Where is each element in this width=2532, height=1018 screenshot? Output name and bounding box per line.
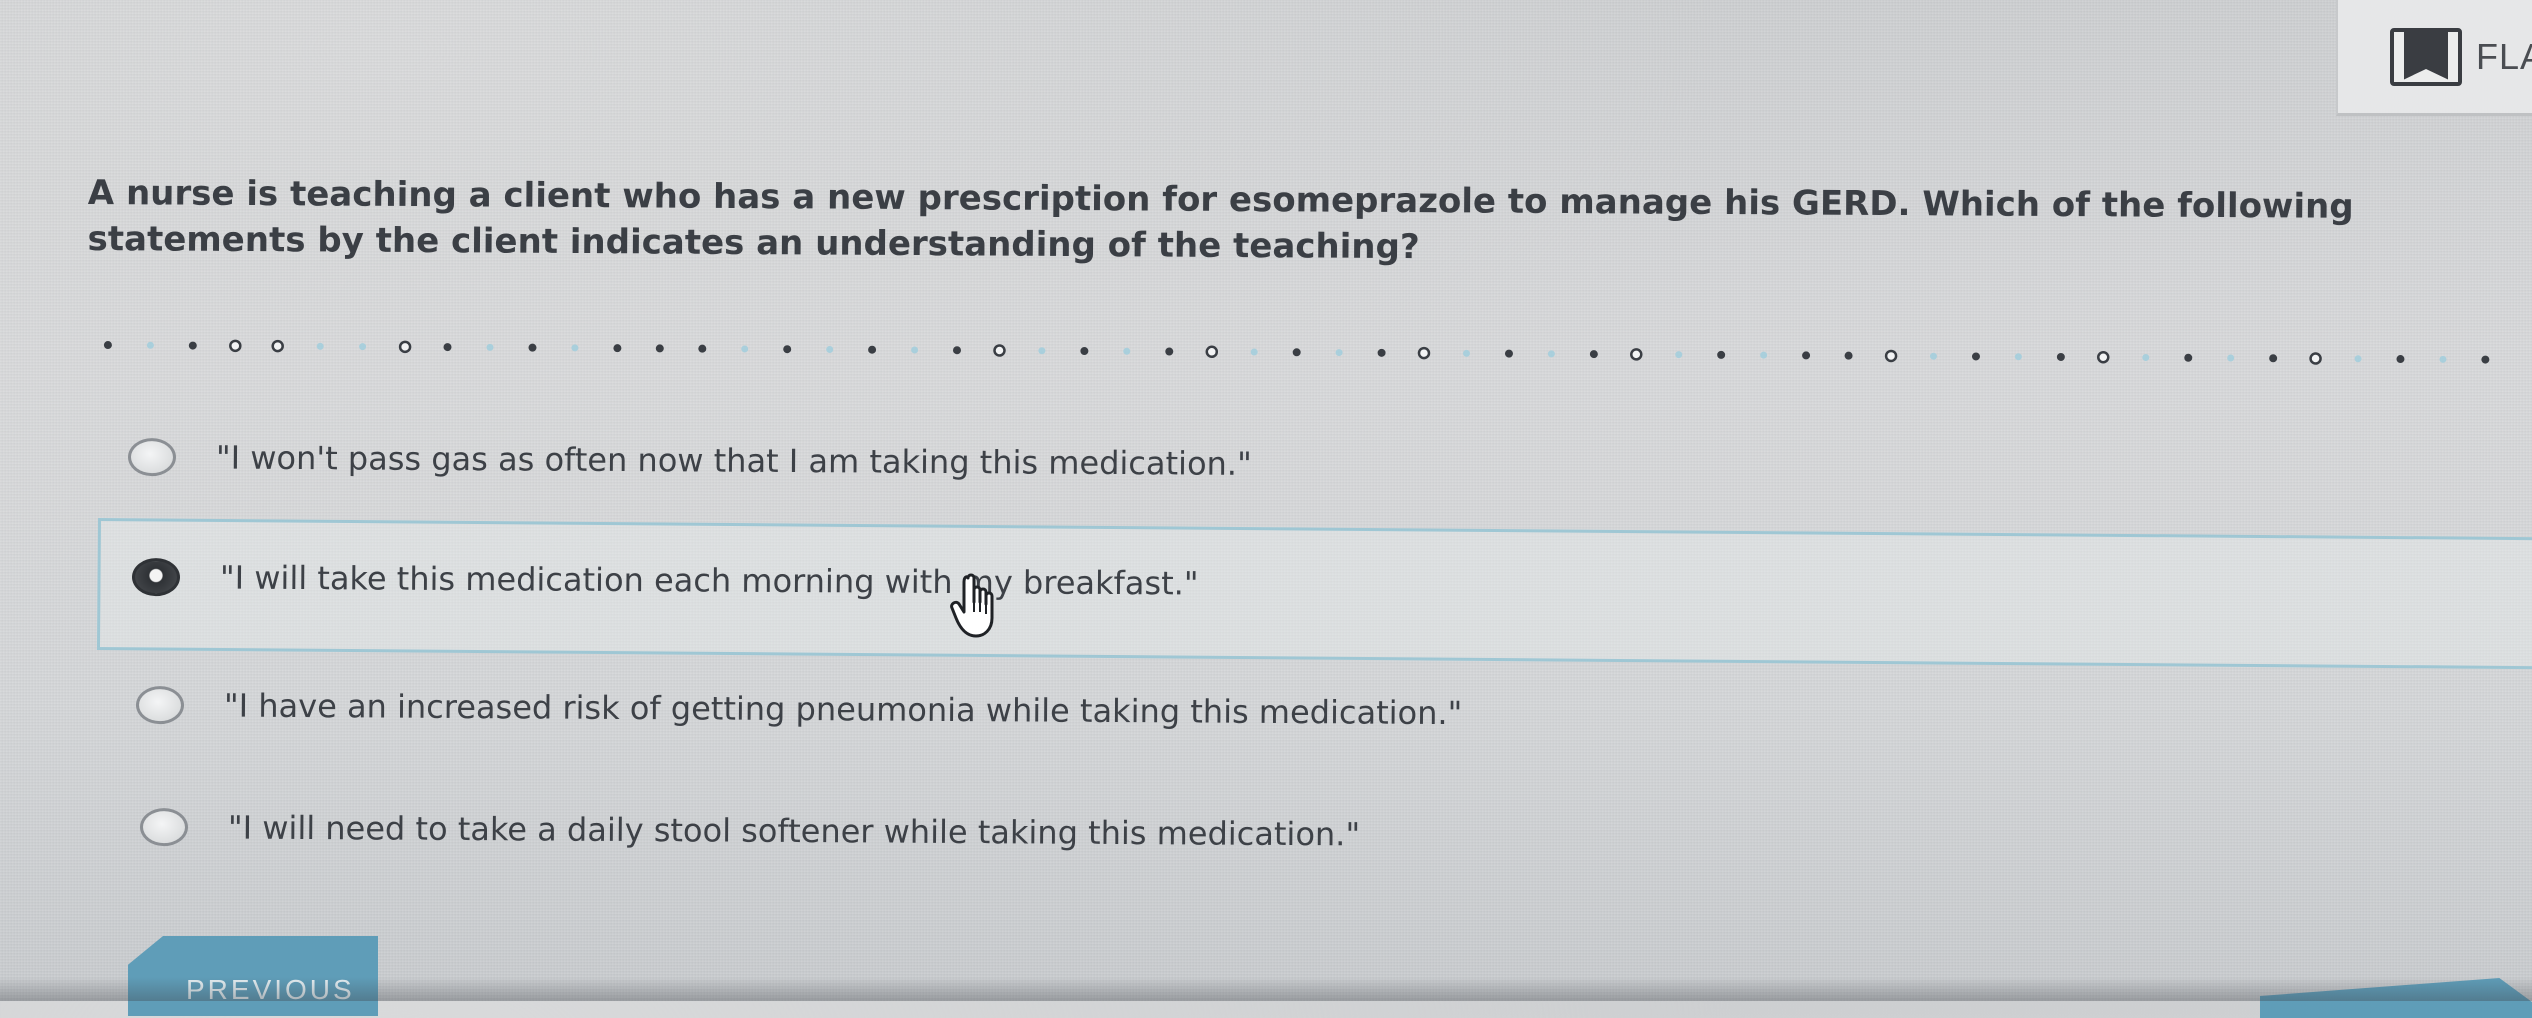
divider-dot: [316, 342, 324, 350]
divider-dot: [698, 344, 707, 353]
divider-dot: [1884, 349, 1898, 363]
divider-dot: [952, 346, 961, 355]
divider-dot: [486, 343, 494, 351]
divider-dot: [1205, 345, 1219, 359]
dotted-divider: [103, 339, 2490, 365]
divider-dot: [1504, 349, 1513, 358]
divider-dot: [1589, 350, 1598, 359]
divider-dot: [1080, 347, 1089, 356]
divider-dot: [826, 345, 834, 353]
answer-option-1[interactable]: "I won't pass gas as often now that I am…: [127, 438, 1252, 483]
divider-dot: [1335, 349, 1343, 357]
previous-button[interactable]: PREVIOUS: [128, 936, 378, 1016]
divider-dot: [2097, 350, 2110, 364]
divider-dot: [1760, 351, 1768, 359]
screen-edge-shadow: [0, 977, 2532, 1001]
divider-dot: [1547, 350, 1555, 358]
hand-pointer-icon: [950, 573, 994, 638]
answer-option-label: "I have an increased risk of getting pne…: [223, 686, 1463, 733]
divider-dot: [146, 341, 154, 349]
divider-dot: [1929, 352, 1937, 360]
divider-dot: [2227, 354, 2235, 362]
divider-dot: [2354, 355, 2362, 363]
divider-dot: [359, 343, 367, 351]
divider-dot: [271, 339, 284, 353]
divider-dot: [1038, 347, 1046, 355]
divider-dot: [741, 345, 749, 353]
divider-dot: [1630, 348, 1643, 361]
flag-button[interactable]: FLA: [2336, 0, 2532, 116]
divider-dot: [1417, 346, 1431, 360]
bookmark-flag-icon: [2390, 27, 2462, 86]
divider-dot: [783, 345, 792, 354]
divider-dot: [1462, 349, 1470, 357]
answer-option-4[interactable]: "I will need to take a daily stool softe…: [139, 808, 1361, 854]
divider-dot: [993, 344, 1006, 357]
divider-dot: [443, 343, 452, 352]
answer-option-label: "I will need to take a daily stool softe…: [227, 808, 1361, 854]
divider-dot: [1377, 348, 1386, 357]
divider-dot: [868, 345, 877, 354]
divider-dot: [2481, 355, 2490, 364]
divider-dot: [1971, 352, 1980, 361]
divider-dot: [571, 344, 579, 352]
divider-dot: [2184, 353, 2193, 362]
answer-option-3[interactable]: "I have an increased risk of getting pne…: [135, 686, 1463, 733]
divider-dot: [911, 346, 919, 354]
divider-dot: [655, 344, 664, 353]
divider-dot: [2142, 353, 2150, 361]
divider-dot: [1675, 351, 1683, 359]
answer-option-label: "I will take this medication each mornin…: [219, 558, 1199, 603]
divider-dot: [1717, 350, 1726, 359]
divider-dot: [1292, 348, 1301, 357]
radio-button[interactable]: [139, 808, 189, 847]
divider-dot: [2439, 355, 2447, 363]
divider-dot: [613, 344, 622, 353]
radio-button[interactable]: [135, 686, 185, 725]
divider-dot: [188, 341, 197, 350]
divider-dot: [2056, 352, 2065, 361]
radio-button-selected[interactable]: [131, 558, 181, 597]
divider-dot: [229, 339, 242, 353]
divider-dot: [103, 341, 112, 350]
divider-dot: [528, 343, 537, 352]
divider-dot: [2396, 355, 2405, 364]
answer-option-label: "I won't pass gas as often now that I am…: [215, 438, 1252, 483]
divider-dot: [2269, 354, 2278, 363]
divider-dot: [398, 340, 412, 354]
divider-dot: [1165, 347, 1174, 356]
divider-dot: [2309, 352, 2322, 365]
divider-dot: [1250, 348, 1258, 356]
question-text: A nurse is teaching a client who has a n…: [87, 172, 2354, 268]
answer-option-2[interactable]: "I will take this medication each mornin…: [131, 558, 1199, 603]
divider-dot: [1123, 347, 1131, 355]
flag-label: FLA: [2476, 35, 2532, 77]
divider-dot: [1802, 351, 1811, 360]
radio-button[interactable]: [127, 438, 177, 477]
divider-dot: [1844, 351, 1853, 360]
divider-dot: [2014, 353, 2022, 361]
